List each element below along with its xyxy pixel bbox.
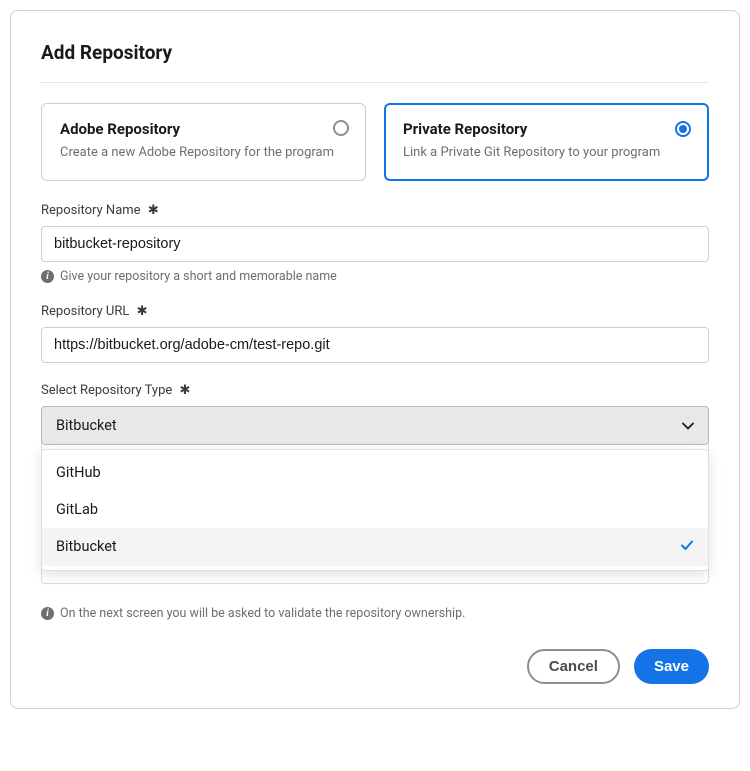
repository-name-field: Repository Name ✱ i Give your repository… (41, 203, 709, 284)
adobe-repository-card[interactable]: Adobe Repository Create a new Adobe Repo… (41, 103, 366, 181)
field-label: Repository URL ✱ (41, 304, 709, 319)
repository-name-input[interactable] (41, 226, 709, 262)
required-asterisk-icon: ✱ (148, 203, 159, 218)
check-icon (680, 538, 694, 556)
field-label: Select Repository Type ✱ (41, 383, 709, 398)
required-asterisk-icon: ✱ (137, 304, 148, 319)
repository-type-dropdown: GitHub GitLab Bitbucket (41, 449, 709, 571)
info-icon: i (41, 270, 54, 283)
radio-unchecked-icon (333, 120, 349, 136)
chevron-down-icon (682, 419, 694, 431)
add-repository-dialog: Add Repository Adobe Repository Create a… (10, 10, 740, 709)
repository-type-cards: Adobe Repository Create a new Adobe Repo… (41, 103, 709, 181)
radio-checked-icon (675, 121, 691, 137)
dialog-actions: Cancel Save (41, 649, 709, 684)
select-value: Bitbucket (56, 417, 117, 434)
private-repository-card[interactable]: Private Repository Link a Private Git Re… (384, 103, 709, 181)
repository-type-field: Select Repository Type ✱ Bitbucket GitHu… (41, 383, 709, 584)
field-hint: i Give your repository a short and memor… (41, 269, 709, 284)
dropdown-item-bitbucket[interactable]: Bitbucket (42, 528, 708, 566)
field-label: Repository Name ✱ (41, 203, 709, 218)
card-title: Adobe Repository (60, 120, 347, 138)
repository-type-select-wrap: Bitbucket GitHub GitLab Bitbucket (41, 406, 709, 445)
repository-type-select[interactable]: Bitbucket (41, 406, 709, 445)
info-icon: i (41, 607, 54, 620)
card-desc: Create a new Adobe Repository for the pr… (60, 144, 347, 162)
repository-url-input[interactable] (41, 327, 709, 363)
repository-url-field: Repository URL ✱ (41, 304, 709, 363)
dropdown-item-gitlab[interactable]: GitLab (42, 491, 708, 528)
required-asterisk-icon: ✱ (180, 383, 191, 398)
footer-hint: i On the next screen you will be asked t… (41, 606, 709, 621)
card-desc: Link a Private Git Repository to your pr… (403, 144, 690, 162)
dialog-title: Add Repository (41, 41, 709, 83)
save-button[interactable]: Save (634, 649, 709, 684)
card-title: Private Repository (403, 120, 690, 138)
cancel-button[interactable]: Cancel (527, 649, 620, 684)
dropdown-item-github[interactable]: GitHub (42, 454, 708, 491)
